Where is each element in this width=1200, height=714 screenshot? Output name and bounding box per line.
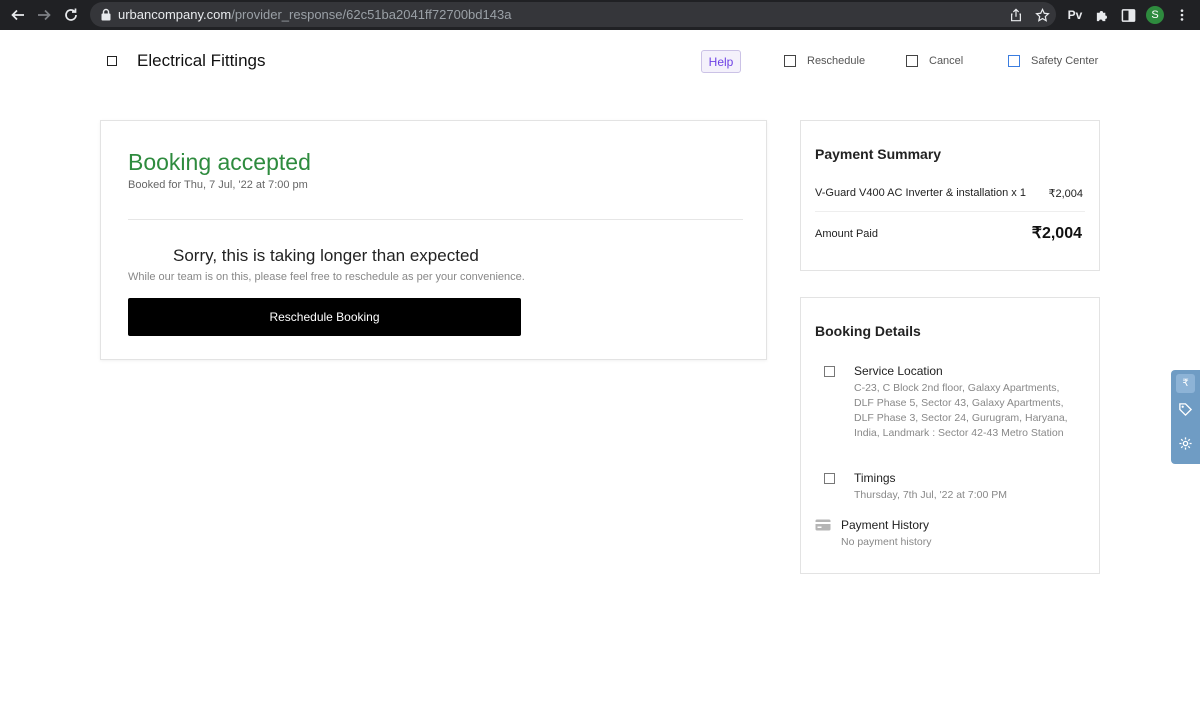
safety-shield-icon xyxy=(1008,55,1020,67)
amount-paid-label: Amount Paid xyxy=(815,228,878,240)
cancel-link[interactable]: Cancel xyxy=(906,53,963,69)
payment-item-name: V-Guard V400 AC Inverter & installation … xyxy=(815,187,1026,199)
browser-toolbar: urbancompany.com/provider_response/62c51… xyxy=(0,0,1200,30)
location-pin-icon xyxy=(824,366,835,377)
url-text: urbancompany.com/provider_response/62c51… xyxy=(118,7,512,22)
floating-extension-widget: ₹ xyxy=(1171,370,1200,464)
booked-for-text: Booked for Thu, 7 Jul, '22 at 7:00 pm xyxy=(128,179,308,191)
reschedule-booking-button[interactable]: Reschedule Booking xyxy=(128,298,521,336)
back-icon[interactable] xyxy=(107,56,117,66)
payment-history-title: Payment History xyxy=(841,518,930,532)
payment-history-value: No payment history xyxy=(841,536,932,548)
gear-icon[interactable] xyxy=(1176,434,1195,453)
address-bar[interactable]: urbancompany.com/provider_response/62c51… xyxy=(90,2,1056,27)
booking-status-title: Booking accepted xyxy=(128,149,311,175)
reschedule-link[interactable]: Reschedule xyxy=(784,53,865,69)
reload-icon[interactable] xyxy=(61,5,81,25)
profile-avatar[interactable]: S xyxy=(1146,6,1164,24)
booking-details-heading: Booking Details xyxy=(815,323,921,339)
safety-center-link[interactable]: Safety Center xyxy=(1008,53,1098,69)
clock-icon xyxy=(824,473,835,484)
divider xyxy=(128,219,743,220)
payment-summary-card: Payment Summary V-Guard V400 AC Inverter… xyxy=(800,120,1100,271)
bookmark-star-icon[interactable] xyxy=(1034,7,1050,23)
puzzle-extensions-icon[interactable] xyxy=(1092,5,1112,25)
reschedule-icon xyxy=(784,55,796,67)
payment-item-price: ₹2,004 xyxy=(1048,188,1083,200)
tag-icon[interactable] xyxy=(1176,400,1195,419)
rupee-icon[interactable]: ₹ xyxy=(1176,374,1195,393)
service-location-address: C-23, C Block 2nd floor, Galaxy Apartmen… xyxy=(854,382,1068,439)
pv-extension-icon[interactable]: Pv xyxy=(1065,5,1085,25)
forward-arrow-icon[interactable] xyxy=(34,5,54,25)
booking-details-card: Booking Details Service Location C-23, C… xyxy=(800,297,1100,574)
service-location-title: Service Location xyxy=(854,364,943,378)
credit-card-icon xyxy=(815,519,831,531)
back-arrow-icon[interactable] xyxy=(8,5,28,25)
timings-title: Timings xyxy=(854,471,896,485)
lock-icon xyxy=(101,8,111,21)
side-panel-icon[interactable] xyxy=(1118,5,1138,25)
amount-paid-value: ₹2,004 xyxy=(1031,225,1082,242)
kebab-menu-icon[interactable] xyxy=(1172,5,1192,25)
cancel-icon xyxy=(906,55,918,67)
booking-status-card: Booking accepted Booked for Thu, 7 Jul, … xyxy=(100,120,767,360)
divider xyxy=(815,211,1085,212)
share-icon[interactable] xyxy=(1008,7,1024,23)
delay-message-subtitle: While our team is on this, please feel f… xyxy=(128,271,525,283)
help-button[interactable]: Help xyxy=(701,50,741,73)
delay-message-title: Sorry, this is taking longer than expect… xyxy=(173,246,479,265)
page-title: Electrical Fittings xyxy=(137,51,266,70)
timings-value: Thursday, 7th Jul, '22 at 7:00 PM xyxy=(854,489,1007,501)
payment-summary-heading: Payment Summary xyxy=(815,146,942,162)
